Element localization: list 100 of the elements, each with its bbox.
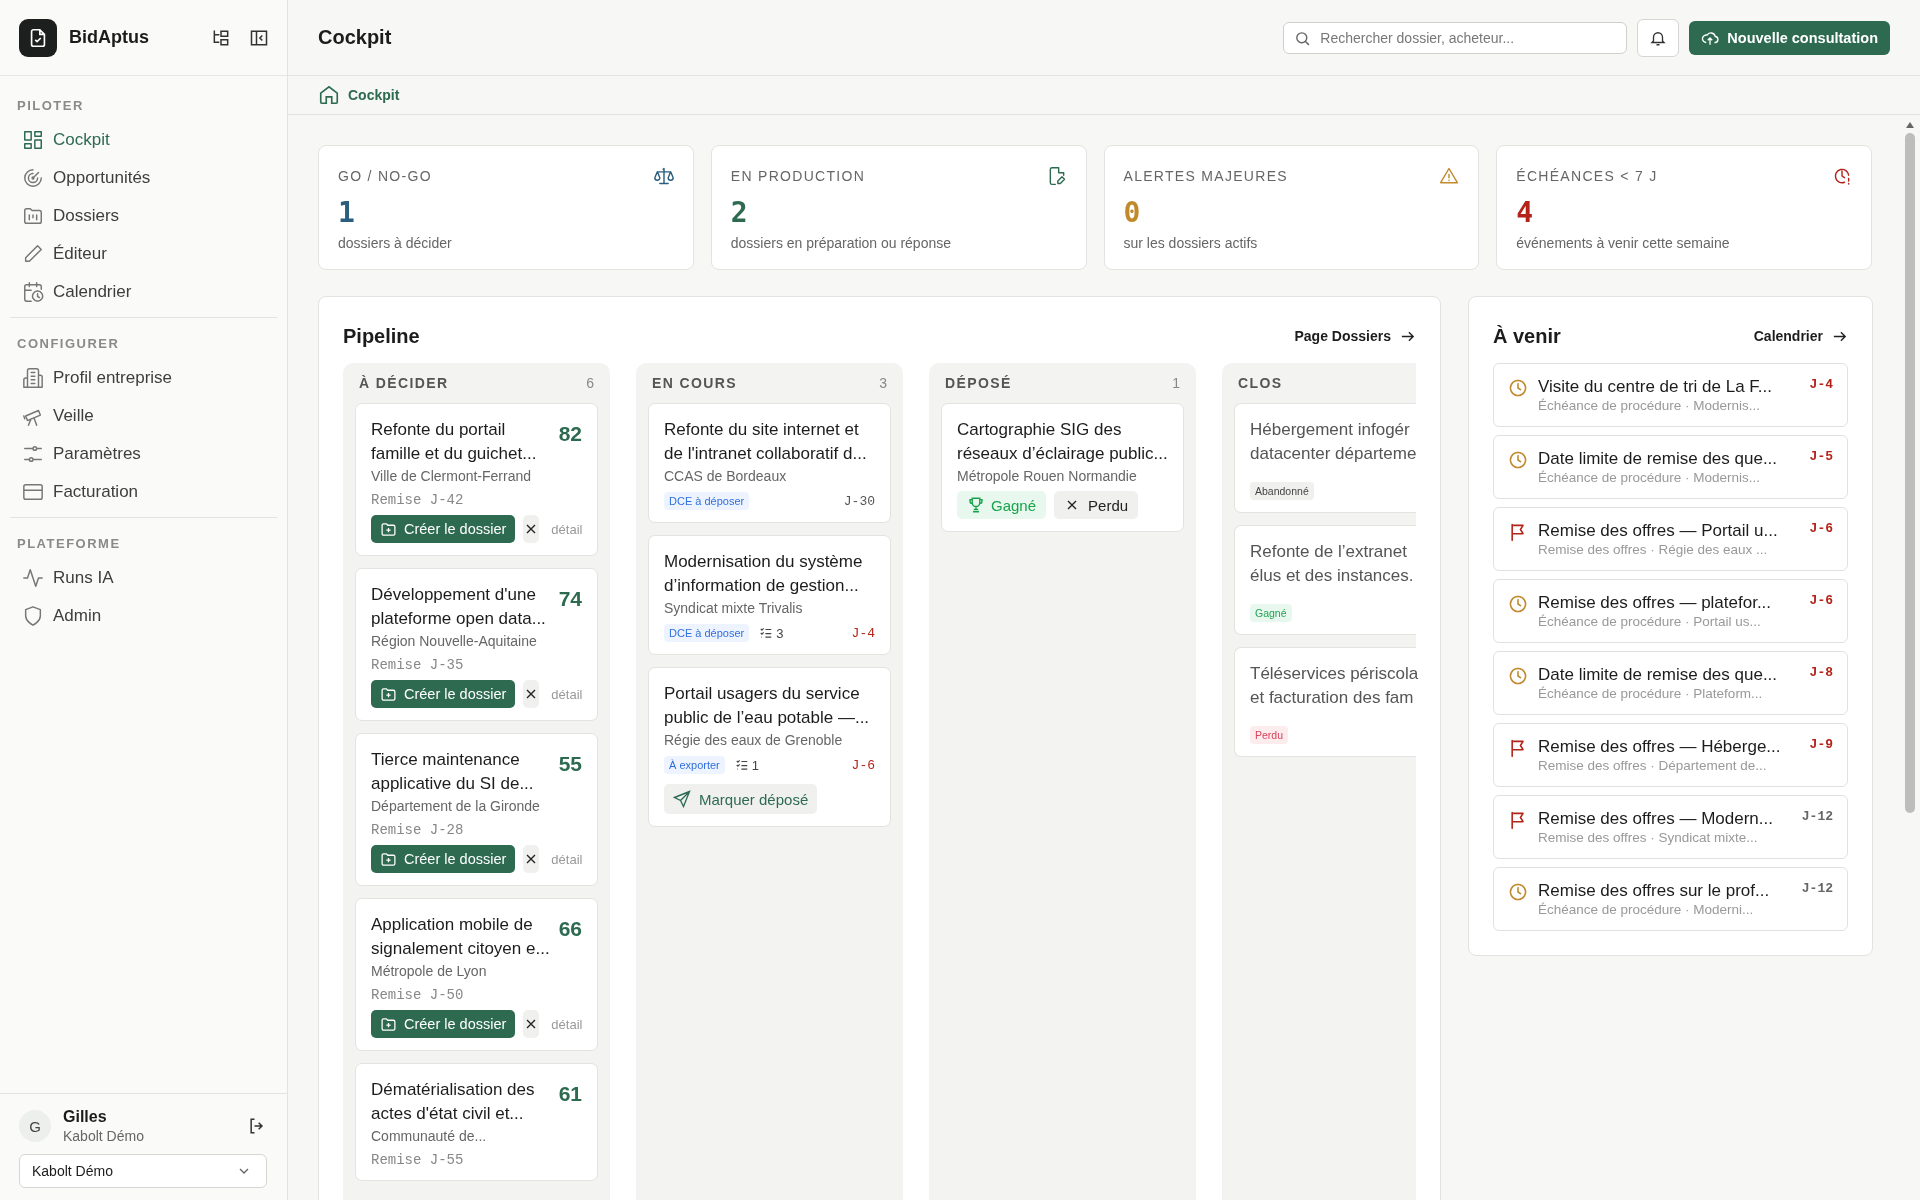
nav-item[interactable]: Veille [10,397,277,435]
due-date: J-4 [851,625,875,641]
status-tag: Gagné [1250,604,1292,622]
upcoming-event[interactable]: Remise des offres — Héberge... Remise des offres · Département de... J-9 [1493,723,1848,787]
deadline-text: Remise J-55 [371,1152,465,1168]
create-dossier-button[interactable]: Créer le dossier [371,515,516,543]
dismiss-button[interactable] [523,1010,540,1038]
buyer-name: Région Nouvelle-Aquitaine [371,633,538,649]
panel-title: Pipeline [343,324,420,348]
kpi-value: 2 [730,196,748,229]
create-dossier-button[interactable]: Créer le dossier [371,680,516,708]
score: 66 [558,916,582,941]
create-dossier-button[interactable]: Créer le dossier [371,1010,516,1038]
user-organization: Kabolt Démo [63,1128,145,1144]
deadline-text: Remise J-28 [371,822,465,838]
card-title: Portail usagers du service public de l’eau potable —... [664,683,871,729]
folder-plus-icon [380,1015,397,1033]
nav-item[interactable]: Runs IA [10,559,277,597]
event-subtitle: Remise des offres · Régie des eaux ... [1538,542,1769,557]
card-title-line: datacenter départeme [1250,443,1416,465]
dismiss-button[interactable] [523,845,540,873]
page-dossiers-link[interactable]: Page Dossiers [1294,327,1416,345]
folder-icon [22,205,44,227]
upcoming-event[interactable]: Remise des offres — Portail u... Remise des offres · Régie des eaux ... J-6 [1493,507,1848,571]
target-icon [22,167,44,189]
lost-button[interactable]: Perdu [1054,491,1139,519]
search-icon [1294,29,1312,47]
event-title: Date limite de remise des que... [1538,449,1779,469]
scroll-up-icon[interactable] [1905,121,1915,129]
status-tag: À exporter [664,756,725,774]
nav-item[interactable]: Profil entreprise [10,359,277,397]
checklist-icon [759,626,774,640]
deadline-text: Remise J-35 [371,657,465,673]
breadcrumb-link[interactable]: Cockpit [318,84,400,106]
kpi-value: 4 [1516,196,1534,229]
search-field[interactable]: Rechercher dossier, acheteur... [1283,21,1628,54]
column-title: À DÉCIDER [359,375,449,391]
nav-section-title: CONFIGURER [16,335,121,353]
nav-item[interactable]: Calendrier [10,273,277,311]
create-dossier-button[interactable]: Créer le dossier [371,845,516,873]
event-subtitle: Remise des offres · Syndicat mixte... [1538,830,1759,845]
status-tag: DCE à déposer [664,624,750,642]
buyer-name: Régie des eaux de Grenoble [664,732,844,748]
upcoming-event[interactable]: Remise des offres sur le prof... Échéance de procédure · Moderni... J-12 [1493,867,1848,931]
column-title: DÉPOSÉ [945,375,1012,391]
upcoming-event[interactable]: Date limite de remise des que... Échéance de procédure · Modernis... J-5 [1493,435,1848,499]
organization-select[interactable]: Kabolt Démo [19,1154,267,1188]
due-date: J-4 [1809,377,1833,392]
kpi-label: ÉCHÉANCES < 7 J [1516,168,1658,184]
due-date: J-6 [1809,593,1833,608]
score: 74 [558,586,582,611]
page-title: Cockpit [318,26,393,49]
event-subtitle: Échéance de procédure · Moderni... [1538,902,1755,917]
buyer-name: Communauté de... [371,1128,488,1144]
credit-card-icon [22,481,44,503]
scrollbar-thumb[interactable] [1905,133,1915,813]
score: 61 [558,1081,582,1106]
status-tag: Abandonné [1250,482,1314,500]
nav-item[interactable]: Dossiers [10,197,277,235]
column-count: 1 [1172,375,1180,391]
notifications-button[interactable] [1637,18,1680,57]
nav-item[interactable]: Admin [10,597,277,635]
event-title: Remise des offres — Modern... [1538,809,1774,829]
card-title: Cartographie SIG des réseaux d’éclairage public... [957,419,1168,465]
dismiss-button[interactable] [523,680,540,708]
column-title: CLOS [1238,375,1283,391]
upcoming-event[interactable]: Visite du centre de tri de La F... Échéance de procédure · Modernis... J-4 [1493,363,1848,427]
upcoming-event[interactable]: Remise des offres — platefor... Échéance de procédure · Portail us... J-6 [1493,579,1848,643]
score: 82 [558,421,582,446]
kpi-label: GO / NO-GO [338,168,432,184]
event-subtitle: Échéance de procédure · Modernis... [1538,470,1762,485]
upcoming-event[interactable]: Remise des offres — Modern... Remise des offres · Syndicat mixte... J-12 [1493,795,1848,859]
nav-item[interactable]: Facturation [10,473,277,511]
folder-plus-icon [380,685,397,703]
card-title: Application mobile de signalement citoyen e... [371,914,551,960]
new-consultation-button[interactable]: Nouvelle consultation [1689,20,1890,55]
kpi-caption: dossiers en préparation ou réponse [730,235,952,251]
checklist-icon [734,758,749,772]
event-subtitle: Remise des offres · Département de... [1538,758,1768,773]
kpi-caption: dossiers à décider [338,235,453,251]
kpi-caption: événements à venir cette semaine [1516,235,1731,251]
nav-item[interactable]: Paramètres [10,435,277,473]
nav-item[interactable]: Opportunités [10,159,277,197]
event-title: Remise des offres — Héberge... [1538,737,1782,757]
event-subtitle: Échéance de procédure · Portail us... [1538,614,1762,629]
nav-item[interactable]: Cockpit [10,121,277,159]
dismiss-button[interactable] [523,515,540,543]
due-date: J-5 [1809,449,1833,464]
nav-item[interactable]: Éditeur [10,235,277,273]
clock-alert-icon [1832,166,1852,186]
kpi-caption: sur les dossiers actifs [1123,235,1259,251]
trophy-icon [967,496,985,514]
calendar-link[interactable]: Calendrier [1753,327,1848,345]
task-count: 1 [734,757,759,773]
brand-name: BidAptus [69,27,150,48]
upcoming-event[interactable]: Date limite de remise des que... Échéance de procédure · Plateform... J-8 [1493,651,1848,715]
card-title-line: Refonte de l’extranet [1250,541,1408,563]
sliders-icon [22,443,44,465]
deadline-text: Remise J-50 [371,987,465,1003]
mark-submitted-button[interactable]: Marquer déposé [664,784,818,814]
